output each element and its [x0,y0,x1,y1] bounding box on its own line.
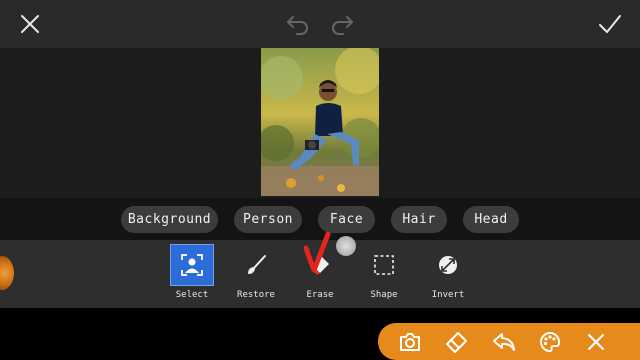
camera-icon [400,333,420,351]
tool-select[interactable]: Select [169,244,215,304]
check-icon [599,15,621,33]
tool-restore-label: Restore [237,290,275,300]
touch-indicator [336,236,356,256]
close-button[interactable] [12,6,48,42]
redo-button[interactable] [324,6,360,42]
tool-shape-label: Shape [370,290,398,300]
tab-person[interactable]: Person [234,206,302,233]
tool-invert-label: Invert [431,290,465,300]
close-icon [21,15,39,33]
tool-invert[interactable]: Invert [425,244,471,304]
reply-button[interactable] [490,328,518,356]
close-floating-button[interactable] [582,328,610,356]
annotation-checkmark [303,231,331,273]
tool-shape[interactable]: Shape [361,244,407,304]
undo-icon [287,16,308,35]
palette-icon [540,331,561,353]
reply-icon [493,333,515,351]
palette-button[interactable] [536,328,564,356]
tool-erase-label: Erase [306,290,334,300]
eraser-button[interactable] [442,328,470,356]
brush-icon [248,255,266,274]
redo-icon [332,16,353,35]
tab-background[interactable]: Background [121,206,218,233]
dashed-square-icon [374,255,394,275]
camera-button[interactable] [396,328,424,356]
tool-select-label: Select [175,290,209,300]
select-person-icon [181,254,203,276]
top-bar [0,0,640,48]
eraser-icon [446,332,467,353]
tab-head[interactable]: Head [463,206,519,233]
invert-icon [439,256,457,274]
photo-preview[interactable] [261,48,379,196]
confirm-button[interactable] [592,6,628,42]
tab-hair[interactable]: Hair [391,206,447,233]
editor-canvas[interactable] [0,48,640,198]
close-icon [587,333,605,351]
undo-button[interactable] [280,6,316,42]
tool-restore[interactable]: Restore [233,244,279,304]
floating-toolbar [378,323,640,360]
